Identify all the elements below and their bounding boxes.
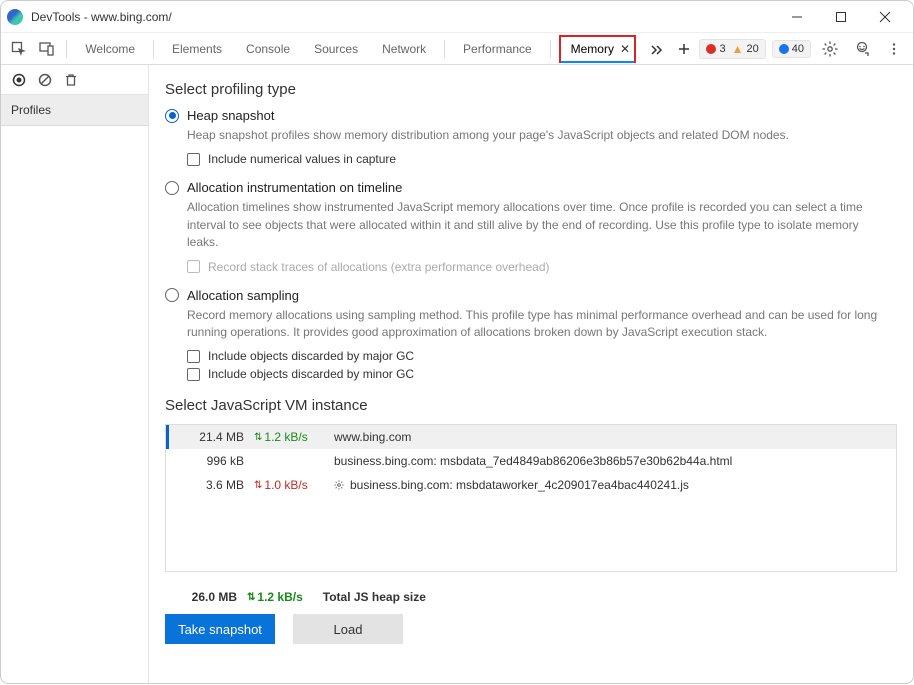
footer: 26.0 MB ⇅1.2 kB/s Total JS heap size Tak…: [165, 580, 897, 654]
kebab-menu-icon[interactable]: [881, 36, 907, 62]
vm-size: 3.6 MB: [174, 478, 254, 492]
window-minimize-button[interactable]: [775, 3, 819, 31]
radio-heap-snapshot[interactable]: [165, 109, 179, 123]
close-tab-icon[interactable]: ✕: [620, 42, 630, 56]
checkbox-numerical-values[interactable]: Include numerical values in capture: [187, 152, 897, 166]
checkbox-icon: [187, 260, 200, 273]
total-heap-size: 26.0 MB: [165, 590, 237, 604]
vm-size: 21.4 MB: [174, 430, 254, 444]
error-count: 3: [719, 43, 725, 55]
tab-memory[interactable]: Memory ✕: [559, 35, 636, 63]
checkbox-label: Include objects discarded by major GC: [208, 349, 414, 363]
content-panel: Select profiling type Heap snapshot Heap…: [149, 65, 913, 685]
checkbox-icon: [187, 153, 200, 166]
tab-network[interactable]: Network: [372, 34, 436, 64]
checkbox-minor-gc[interactable]: Include objects discarded by minor GC: [187, 367, 897, 381]
vm-name: www.bing.com: [334, 430, 888, 444]
window-close-button[interactable]: [863, 3, 907, 31]
tab-welcome[interactable]: Welcome: [75, 34, 145, 64]
radio-alloc-timeline[interactable]: [165, 181, 179, 195]
devtools-tabbar: Welcome Elements Console Sources Network…: [1, 33, 913, 65]
tab-label: Performance: [463, 42, 532, 56]
device-toggle-icon[interactable]: [35, 36, 59, 62]
vm-row[interactable]: 3.6 MB ⇅1.0 kB/s business.bing.com: msbd…: [166, 473, 896, 497]
vm-name: business.bing.com: msbdata_7ed4849ab8620…: [334, 454, 888, 468]
vm-name: business.bing.com: msbdataworker_4c20901…: [334, 478, 888, 492]
tab-label: Network: [382, 42, 426, 56]
info-counter[interactable]: 40: [772, 40, 811, 58]
settings-gear-icon[interactable]: [817, 36, 843, 62]
issues-counter[interactable]: 3 ▲20: [699, 39, 765, 59]
take-snapshot-button[interactable]: Take snapshot: [165, 614, 275, 644]
checkbox-icon: [187, 368, 200, 381]
load-button[interactable]: Load: [293, 614, 403, 644]
option-desc: Heap snapshot profiles show memory distr…: [187, 127, 887, 144]
total-heap-label: Total JS heap size: [323, 590, 426, 604]
option-desc: Allocation timelines show instrumented J…: [187, 199, 887, 251]
vm-instance-table: 21.4 MB ⇅1.2 kB/s www.bing.com 996 kB bu…: [165, 424, 897, 572]
tab-label: Welcome: [85, 42, 135, 56]
checkbox-icon: [187, 350, 200, 363]
info-count: 40: [792, 43, 804, 55]
arrow-up-down-icon: ⇅: [254, 480, 262, 491]
worker-gear-icon: [334, 480, 344, 490]
vm-size: 996 kB: [174, 454, 254, 468]
tab-label: Sources: [314, 42, 358, 56]
inspect-element-icon[interactable]: [7, 36, 31, 62]
radio-alloc-sampling[interactable]: [165, 288, 179, 302]
sidebar-item-profiles[interactable]: Profiles: [1, 95, 148, 126]
total-heap-rate: ⇅1.2 kB/s: [247, 590, 303, 604]
devtools-app-icon: [7, 9, 23, 25]
option-title: Allocation sampling: [187, 288, 299, 303]
more-tabs-icon[interactable]: [644, 36, 668, 62]
option-title: Allocation instrumentation on timeline: [187, 180, 402, 195]
option-title: Heap snapshot: [187, 108, 274, 123]
heading-vm-instance: Select JavaScript VM instance: [165, 397, 897, 414]
feedback-icon[interactable]: [849, 36, 875, 62]
arrow-up-down-icon: ⇅: [254, 432, 262, 443]
checkbox-stack-traces: Record stack traces of allocations (extr…: [187, 260, 897, 274]
sidebar-toolbar: [1, 65, 148, 95]
tab-performance[interactable]: Performance: [453, 34, 542, 64]
delete-icon[interactable]: [63, 72, 79, 88]
option-heap-snapshot: Heap snapshot Heap snapshot profiles sho…: [165, 108, 897, 166]
option-alloc-sampling: Allocation sampling Record memory alloca…: [165, 288, 897, 382]
tab-elements[interactable]: Elements: [162, 34, 232, 64]
vm-row[interactable]: 21.4 MB ⇅1.2 kB/s www.bing.com: [166, 425, 896, 449]
vm-rate: ⇅1.0 kB/s: [254, 478, 334, 492]
tab-sources[interactable]: Sources: [304, 34, 368, 64]
option-desc: Record memory allocations using sampling…: [187, 307, 887, 342]
tab-console[interactable]: Console: [236, 34, 300, 64]
checkbox-label: Include objects discarded by minor GC: [208, 367, 414, 381]
vm-rate: ⇅1.2 kB/s: [254, 430, 334, 444]
vm-row[interactable]: 996 kB business.bing.com: msbdata_7ed484…: [166, 449, 896, 473]
add-tab-icon[interactable]: [672, 36, 696, 62]
record-icon[interactable]: [11, 72, 27, 88]
window-maximize-button[interactable]: [819, 3, 863, 31]
option-alloc-timeline: Allocation instrumentation on timeline A…: [165, 180, 897, 273]
window-title: DevTools - www.bing.com/: [31, 10, 172, 24]
warning-count: 20: [747, 43, 759, 55]
checkbox-label: Include numerical values in capture: [208, 152, 396, 166]
tab-label: Elements: [172, 42, 222, 56]
arrow-up-down-icon: ⇅: [247, 592, 255, 603]
checkbox-major-gc[interactable]: Include objects discarded by major GC: [187, 349, 897, 363]
heading-profiling-type: Select profiling type: [165, 81, 897, 98]
titlebar: DevTools - www.bing.com/: [1, 1, 913, 33]
sidebar: Profiles: [1, 65, 149, 685]
clear-icon[interactable]: [37, 72, 53, 88]
tab-label: Memory: [571, 42, 614, 56]
tab-label: Console: [246, 42, 290, 56]
checkbox-label: Record stack traces of allocations (extr…: [208, 260, 550, 274]
